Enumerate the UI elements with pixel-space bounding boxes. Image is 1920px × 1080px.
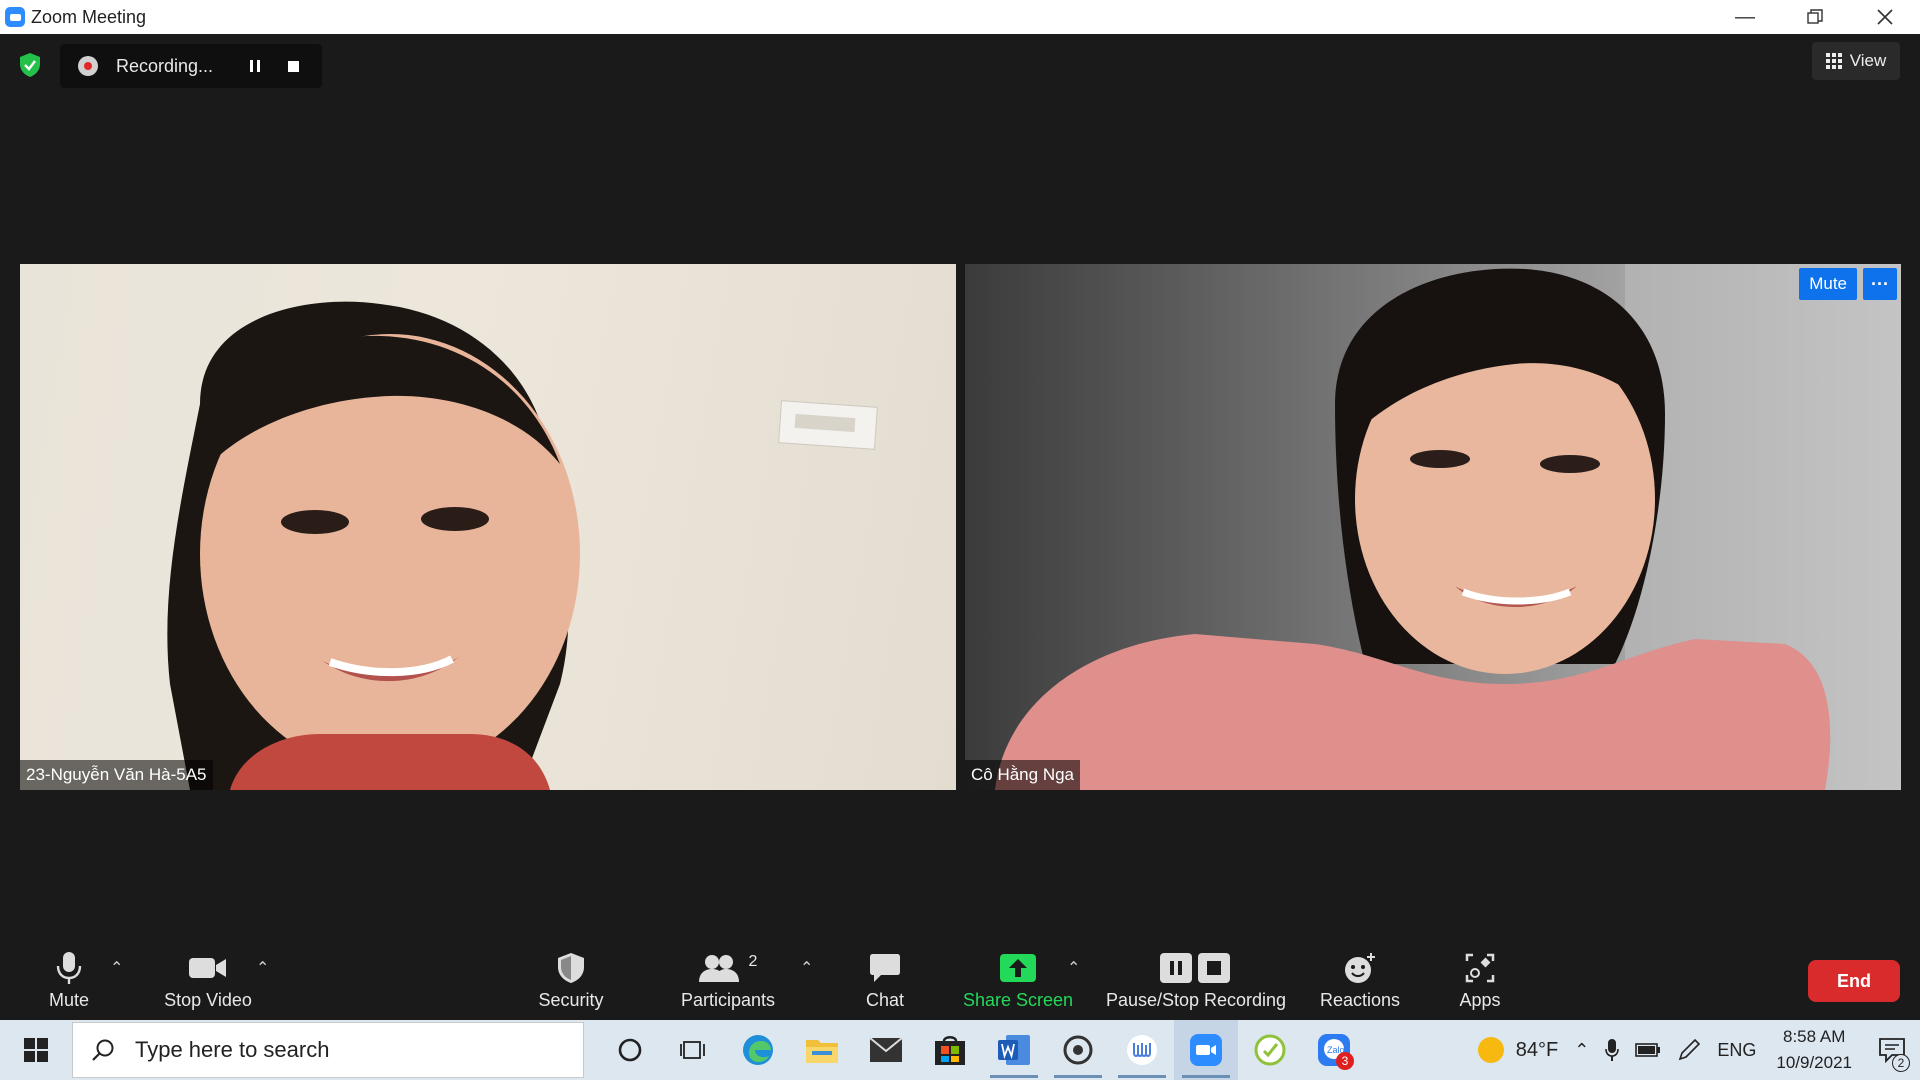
grid-icon [1825,53,1842,69]
share-screen-label: Share Screen [962,990,1074,1010]
restore-button[interactable] [1780,0,1850,34]
stop-video-button[interactable]: Stop Video [160,950,256,1016]
cortana-icon[interactable] [598,1020,662,1080]
notification-count-badge: 2 [1892,1054,1910,1072]
writer-app-icon[interactable] [1110,1020,1174,1080]
taskbar-clock[interactable]: 8:58 AM 10/9/2021 [1764,1024,1864,1076]
taskbar-search-box[interactable]: Type here to search [72,1022,584,1078]
encryption-shield-icon[interactable] [16,50,44,80]
recording-status: Recording... [116,55,214,76]
video-camera-icon [189,950,227,986]
security-shield-icon [557,950,585,986]
stop-video-label: Stop Video [164,990,252,1010]
smiley-plus-icon [1343,950,1377,986]
mute-label: Mute [48,990,90,1010]
zoom-taskbar-icon[interactable] [1174,1020,1238,1080]
media-player-icon[interactable] [1046,1020,1110,1080]
video-tile-teacher[interactable]: Cô Hằng Nga Mute ··· [965,264,1901,790]
participants-button[interactable]: 2 Participants [676,950,780,1016]
security-button[interactable]: Security [536,950,606,1016]
windows-taskbar: Type here to search Zalo 3 84°F ⌃ ENG 8:… [0,1020,1920,1080]
zoom-app-icon [5,7,25,27]
stop-recording-button[interactable] [274,44,312,88]
apps-label: Apps [1459,990,1501,1010]
audio-options-chevron-icon[interactable]: ⌃ [110,958,123,978]
close-button[interactable] [1850,0,1920,34]
chat-label: Chat [865,990,905,1010]
video-tile-student[interactable]: 23-Nguyễn Văn Hà-5A5 [20,264,956,790]
battery-icon[interactable] [1627,1020,1669,1080]
pause-stop-recording-label: Pause/Stop Recording [1105,990,1287,1010]
microsoft-store-icon[interactable] [918,1020,982,1080]
pause-icon [250,60,260,72]
windows-logo-icon [24,1038,48,1062]
reactions-button[interactable]: Reactions [1318,950,1402,1016]
start-button[interactable] [0,1020,72,1080]
microphone-tray-icon[interactable] [1597,1020,1627,1080]
word-icon[interactable] [982,1020,1046,1080]
recording-controls-icon [1160,950,1232,986]
participant-name-tag: 23-Nguyễn Văn Hà-5A5 [20,760,213,790]
edge-browser-icon[interactable] [726,1020,790,1080]
stop-icon [287,60,299,72]
pause-stop-recording-button[interactable]: Pause/Stop Recording [1104,950,1288,1016]
end-meeting-button[interactable]: End [1808,960,1900,1002]
recording-dot-icon [78,56,98,76]
reactions-label: Reactions [1319,990,1401,1010]
task-view-icon[interactable] [662,1020,726,1080]
window-controls: — [1710,0,1920,34]
view-button[interactable]: View [1812,42,1900,80]
participants-label: Participants [680,990,776,1010]
participant-mute-button[interactable]: Mute [1799,268,1857,300]
show-hidden-icons-chevron-icon[interactable]: ⌃ [1566,1020,1597,1080]
window-title: Zoom Meeting [31,6,147,27]
participants-count: 2 [748,953,758,970]
green-app-icon[interactable] [1238,1020,1302,1080]
chat-button[interactable]: Chat [860,950,910,1016]
meeting-area: Recording... View 23-Nguyễn Văn Hà-5A5 C… [0,34,1920,942]
apps-icon [1465,950,1495,986]
participant-video-feed [995,264,1901,790]
share-options-chevron-icon[interactable]: ⌃ [1067,958,1080,978]
weather-temperature: 84°F [1515,1038,1559,1061]
weather-widget[interactable]: 84°F [1468,1020,1566,1080]
share-screen-icon [1000,950,1036,986]
system-tray: 84°F ⌃ ENG 8:58 AM 10/9/2021 2 [1468,1020,1920,1080]
action-center-icon[interactable]: 2 [1864,1020,1920,1080]
taskbar-apps: Zalo 3 [598,1020,1366,1080]
search-placeholder: Type here to search [135,1037,330,1062]
file-explorer-icon[interactable] [790,1020,854,1080]
pause-recording-button[interactable] [236,44,274,88]
pen-icon[interactable] [1669,1020,1709,1080]
chat-bubble-icon [869,950,901,986]
video-options-chevron-icon[interactable]: ⌃ [256,958,269,978]
participant-more-button[interactable]: ··· [1863,268,1897,300]
zalo-notification-badge: 3 [1336,1052,1354,1070]
mail-icon[interactable] [854,1020,918,1080]
participants-icon: 2 [698,950,758,986]
microphone-icon [55,950,83,986]
recording-indicator: Recording... [60,44,322,88]
search-icon [83,1038,123,1062]
tile-controls: Mute ··· [1799,268,1897,300]
share-screen-button[interactable]: Share Screen [962,950,1074,1016]
mute-button[interactable]: Mute [44,950,94,1016]
title-bar: Zoom Meeting — [0,0,1920,34]
zalo-icon[interactable]: Zalo 3 [1302,1020,1366,1080]
participant-video-feed [167,301,878,790]
clock-time: 8:58 AM [1782,1027,1846,1046]
sun-icon [1477,1037,1504,1063]
input-language[interactable]: ENG [1709,1020,1764,1080]
participant-name-tag: Cô Hằng Nga [965,760,1081,790]
view-label: View [1849,51,1887,70]
apps-button[interactable]: Apps [1452,950,1508,1016]
minimize-button[interactable]: — [1710,0,1780,34]
meeting-toolbar: Mute ⌃ Stop Video ⌃ Security 2 Participa… [0,938,1920,1018]
security-label: Security [538,990,604,1010]
clock-date: 10/9/2021 [1776,1053,1852,1072]
participants-options-chevron-icon[interactable]: ⌃ [800,958,813,978]
